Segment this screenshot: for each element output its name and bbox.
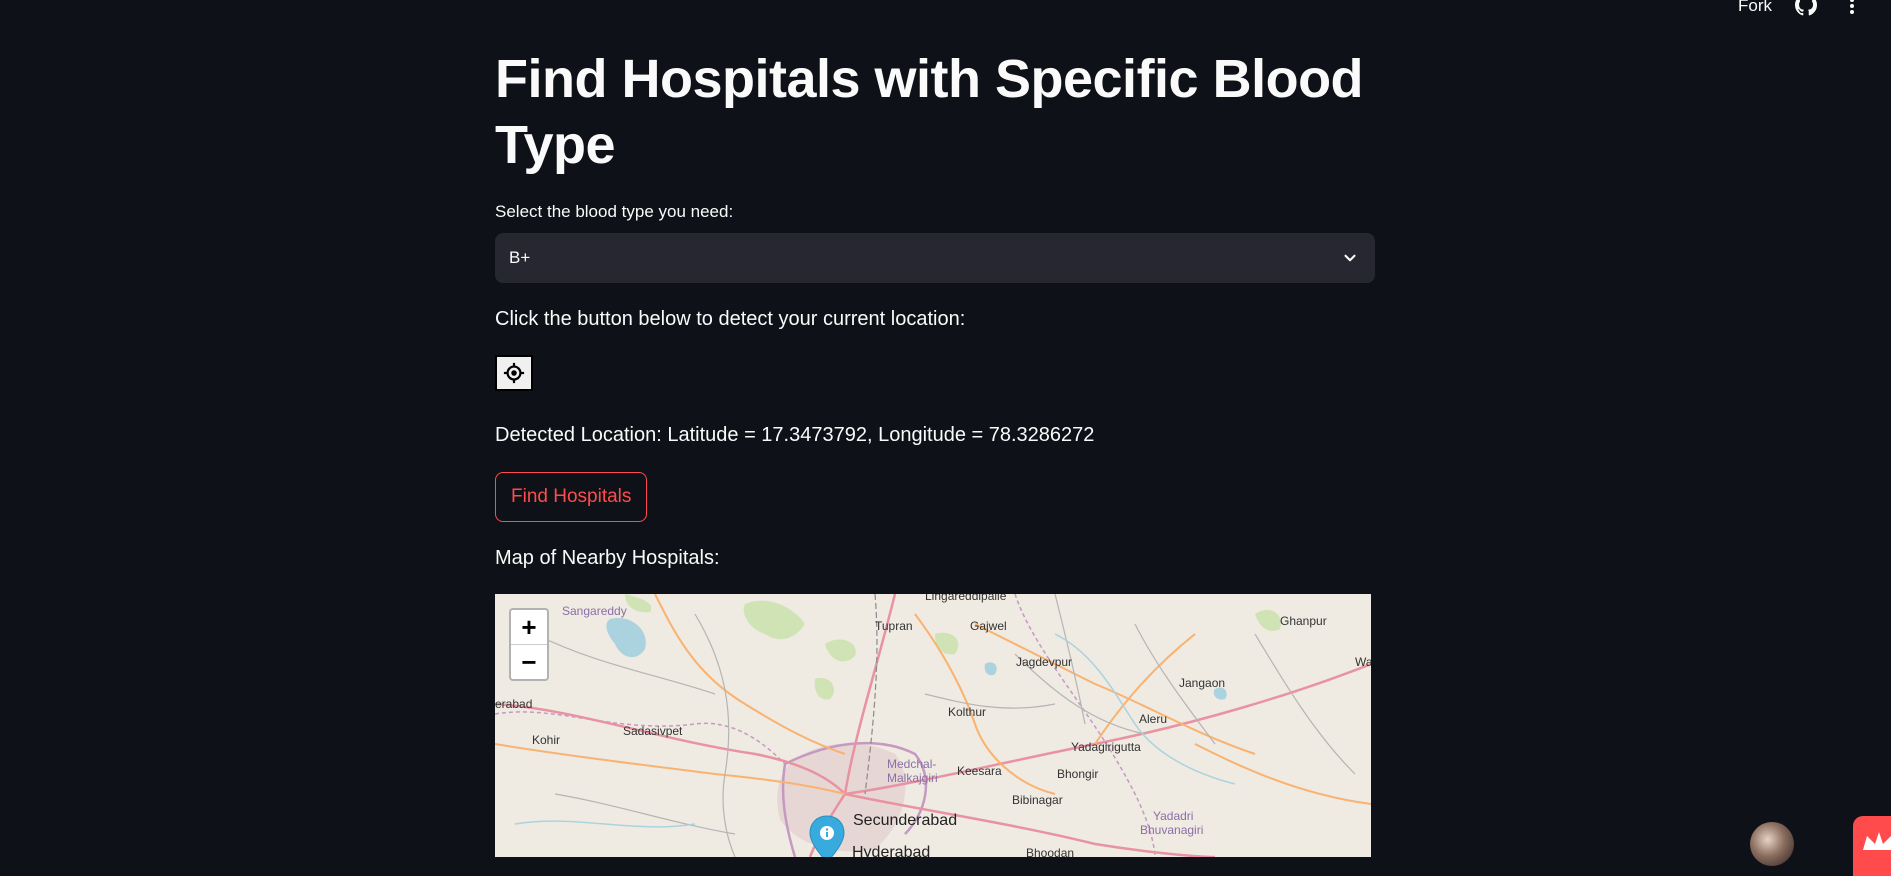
map-place-label: Tupran	[875, 619, 913, 633]
crown-icon	[1863, 832, 1891, 850]
map-place-label: Kolthur	[948, 705, 987, 719]
map-place-label: Bibinagar	[1012, 793, 1063, 807]
blood-type-select-label: Select the blood type you need:	[495, 202, 734, 221]
blood-type-select[interactable]: B+	[495, 233, 1375, 283]
blood-type-selected-value: B+	[509, 248, 531, 267]
map-place-label: Bhuvanagiri	[1140, 823, 1204, 837]
map-place-label: Jagdevpur	[1016, 655, 1073, 669]
map-place-label: erabad	[495, 697, 533, 711]
map-place-label: Gajwel	[970, 619, 1007, 633]
location-instruction: Click the button below to detect your cu…	[495, 308, 966, 330]
map-place-label: Jangaon	[1179, 676, 1226, 690]
map-place-label: Wa	[1355, 655, 1371, 669]
map-place-label: Medchal-	[887, 757, 937, 771]
map-place-label: Yadadri	[1153, 809, 1194, 823]
chevron-down-icon	[1344, 254, 1356, 262]
map-place-label: Lingareddipalle	[925, 594, 1007, 603]
map-place-label: Malkajgiri	[887, 771, 938, 785]
map-section-label: Map of Nearby Hospitals:	[495, 547, 720, 569]
zoom-in-button[interactable]: +	[511, 610, 547, 645]
crosshair-locate-icon	[503, 362, 525, 384]
github-icon[interactable]	[1795, 0, 1817, 16]
map-place-label: Ghanpur	[1280, 614, 1327, 628]
hospital-map[interactable]: Lingareddipalle Sangareddy Tupran Gajwel…	[495, 594, 1371, 857]
map-place-label: Yadagirigutta	[1071, 740, 1141, 754]
fork-link[interactable]: Fork	[1738, 0, 1772, 16]
streamlit-badge[interactable]	[1853, 816, 1891, 876]
map-place-label: Sadasivpet	[623, 724, 683, 738]
zoom-out-button[interactable]: −	[511, 645, 547, 679]
kebab-menu-icon[interactable]	[1842, 0, 1862, 16]
map-place-label: Secunderabad	[853, 812, 958, 829]
map-place-label: Aleru	[1139, 712, 1168, 726]
map-place-label: Hyderabad	[852, 844, 931, 857]
map-zoom-control: + −	[509, 608, 549, 681]
map-place-label: Bhongir	[1057, 767, 1099, 781]
map-place-label: Sangareddy	[562, 604, 627, 618]
detect-location-button[interactable]	[495, 355, 533, 391]
find-hospitals-button[interactable]: Find Hospitals	[495, 472, 648, 522]
detected-location-text: Detected Location: Latitude = 17.3473792…	[495, 424, 1095, 446]
map-place-label: Bhoodan	[1026, 846, 1075, 857]
map-place-label: Kohir	[532, 733, 561, 747]
map-marker-info-icon[interactable]	[807, 814, 847, 857]
page-title: Find Hospitals with Specific Blood Type	[495, 49, 1364, 175]
avatar[interactable]	[1750, 822, 1794, 866]
map-place-label: Keesara	[957, 764, 1002, 778]
